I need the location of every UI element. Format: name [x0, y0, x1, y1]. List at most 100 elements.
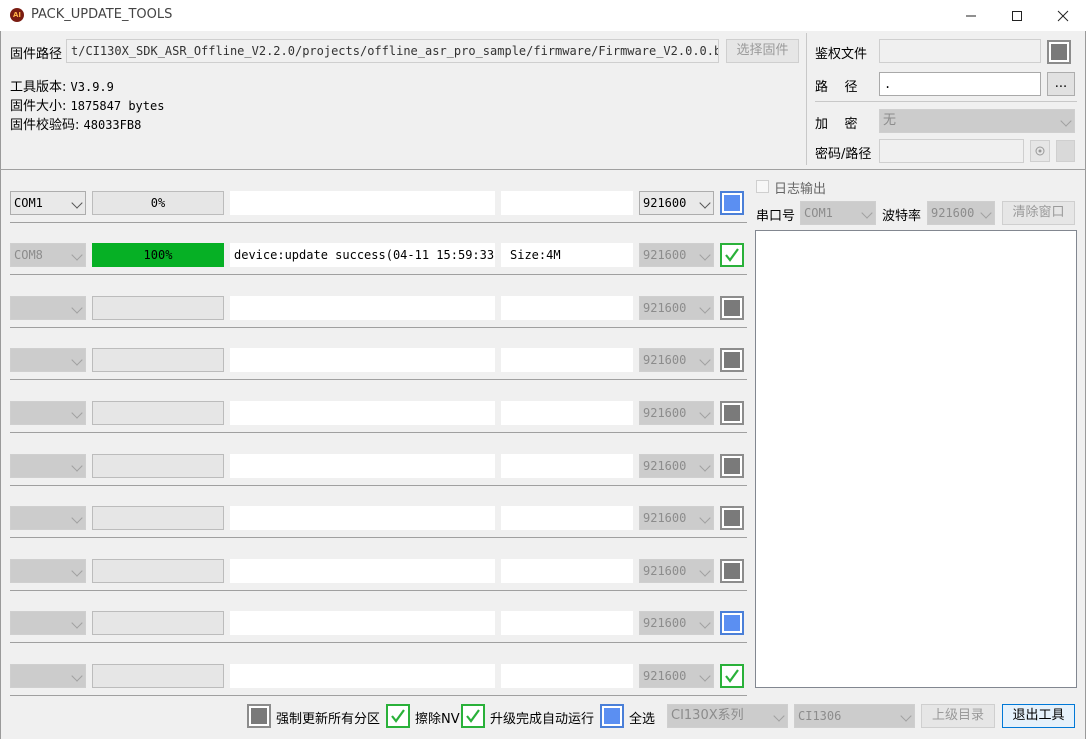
chip-series-select[interactable]: CI130X系列	[667, 704, 788, 728]
log-baud-select[interactable]: 921600	[927, 201, 995, 225]
firmware-size-label: 固件大小:	[10, 99, 67, 114]
com-port-select[interactable]	[10, 559, 86, 583]
chevron-down-icon	[699, 617, 711, 629]
firmware-checksum-row: 固件校验码: 48033FB8	[10, 114, 141, 133]
window-title: PACK_UPDATE_TOOLS	[31, 7, 173, 22]
firmware-checksum-label: 固件校验码:	[10, 118, 80, 133]
com-port-select[interactable]	[10, 401, 86, 425]
row-enable-checkbox[interactable]	[720, 506, 744, 530]
chip-series-value: CI130X系列	[671, 708, 744, 723]
erase-nv-checkbox[interactable]	[386, 704, 410, 728]
auth-path-field[interactable]: .	[879, 72, 1041, 96]
status-text	[230, 559, 495, 583]
baud-rate-select[interactable]: 921600	[639, 243, 714, 267]
row-separator	[10, 642, 747, 643]
chip-model-select[interactable]: CI1306	[794, 704, 915, 728]
row-enable-checkbox[interactable]	[720, 348, 744, 372]
progress-bar	[92, 664, 224, 688]
log-baud-label: 波特率	[882, 209, 922, 224]
row-enable-checkbox[interactable]	[720, 401, 744, 425]
chevron-down-icon	[699, 460, 711, 472]
row-enable-checkbox[interactable]	[720, 559, 744, 583]
baud-rate-select[interactable]: 921600	[639, 401, 714, 425]
footer-separator	[10, 695, 747, 696]
chevron-down-icon	[71, 617, 83, 629]
status-text	[230, 611, 495, 635]
progress-bar: 100%	[92, 243, 224, 267]
firmware-path-label: 固件路径	[10, 47, 63, 62]
auto-run-label: 升级完成自动运行	[490, 712, 595, 727]
com-port-select[interactable]: COM1	[10, 191, 86, 215]
row-enable-checkbox[interactable]	[720, 664, 744, 688]
row-enable-checkbox[interactable]	[720, 243, 744, 267]
baud-rate-select[interactable]: 921600	[639, 348, 714, 372]
row-enable-checkbox[interactable]	[720, 611, 744, 635]
minimize-button[interactable]	[948, 0, 994, 31]
auto-run-checkbox[interactable]	[461, 704, 485, 728]
baud-rate-select[interactable]: 921600	[639, 296, 714, 320]
baud-rate-select[interactable]: 921600	[639, 611, 714, 635]
close-icon	[1057, 10, 1069, 21]
row-separator	[10, 590, 747, 591]
status-text	[230, 664, 495, 688]
progress-bar	[92, 296, 224, 320]
status-text	[230, 454, 495, 478]
select-all-checkbox[interactable]	[600, 704, 624, 728]
password-field[interactable]	[879, 139, 1024, 163]
baud-rate-select[interactable]: 921600	[639, 506, 714, 530]
row-enable-checkbox[interactable]	[720, 296, 744, 320]
row-enable-checkbox[interactable]	[720, 191, 744, 215]
password-option-button[interactable]	[1056, 140, 1075, 162]
checkmark-icon	[391, 709, 405, 723]
baud-rate-value: 921600	[643, 669, 687, 683]
log-baud-value: 921600	[931, 206, 975, 220]
auth-file-field[interactable]	[879, 39, 1041, 63]
top-divider	[806, 33, 807, 165]
log-output-checkbox[interactable]	[756, 180, 769, 193]
com-port-select[interactable]	[10, 454, 86, 478]
parent-dir-button[interactable]: 上级目录	[921, 704, 995, 728]
baud-rate-value: 921600	[643, 564, 687, 578]
chevron-down-icon	[699, 670, 711, 682]
firmware-size-row: 固件大小: 1875847 bytes	[10, 95, 164, 114]
status-text	[230, 296, 495, 320]
password-label: 密码/路径	[815, 147, 872, 162]
progress-bar	[92, 401, 224, 425]
force-update-checkbox[interactable]	[247, 704, 271, 728]
chevron-down-icon	[699, 565, 711, 577]
com-port-select[interactable]	[10, 611, 86, 635]
size-text	[501, 348, 633, 372]
baud-rate-select[interactable]: 921600	[639, 559, 714, 583]
com-port-select[interactable]	[10, 506, 86, 530]
baud-rate-select[interactable]: 921600	[639, 191, 714, 215]
chevron-down-icon	[699, 197, 711, 209]
maximize-icon	[1012, 10, 1022, 21]
com-port-select[interactable]	[10, 296, 86, 320]
force-update-label: 强制更新所有分区	[276, 712, 381, 727]
progress-bar	[92, 454, 224, 478]
clear-log-button[interactable]: 清除窗口	[1002, 201, 1075, 225]
encrypt-select[interactable]: 无	[879, 109, 1075, 133]
close-button[interactable]	[1040, 0, 1086, 31]
com-port-select[interactable]	[10, 664, 86, 688]
baud-rate-value: 921600	[643, 196, 687, 210]
log-output-area[interactable]	[755, 230, 1077, 688]
baud-rate-select[interactable]: 921600	[639, 664, 714, 688]
exit-button[interactable]: 退出工具	[1002, 704, 1075, 728]
com-port-select[interactable]: COM8	[10, 243, 86, 267]
size-text	[501, 559, 633, 583]
row-enable-checkbox[interactable]	[720, 454, 744, 478]
chevron-down-icon	[699, 354, 711, 366]
baud-rate-select[interactable]: 921600	[639, 454, 714, 478]
chevron-down-icon	[71, 512, 83, 524]
auth-file-checkbox[interactable]	[1047, 40, 1071, 64]
auth-path-browse-button[interactable]: ...	[1047, 72, 1075, 96]
com-port-select[interactable]	[10, 348, 86, 372]
chevron-down-icon	[699, 512, 711, 524]
firmware-path-field[interactable]: t/CI130X_SDK_ASR_Offline_V2.2.0/projects…	[66, 39, 719, 63]
show-password-button[interactable]	[1030, 140, 1050, 162]
maximize-button[interactable]	[994, 0, 1040, 31]
log-port-select[interactable]: COM1	[800, 201, 876, 225]
chevron-down-icon	[71, 407, 83, 419]
select-firmware-button[interactable]: 选择固件	[726, 39, 799, 63]
